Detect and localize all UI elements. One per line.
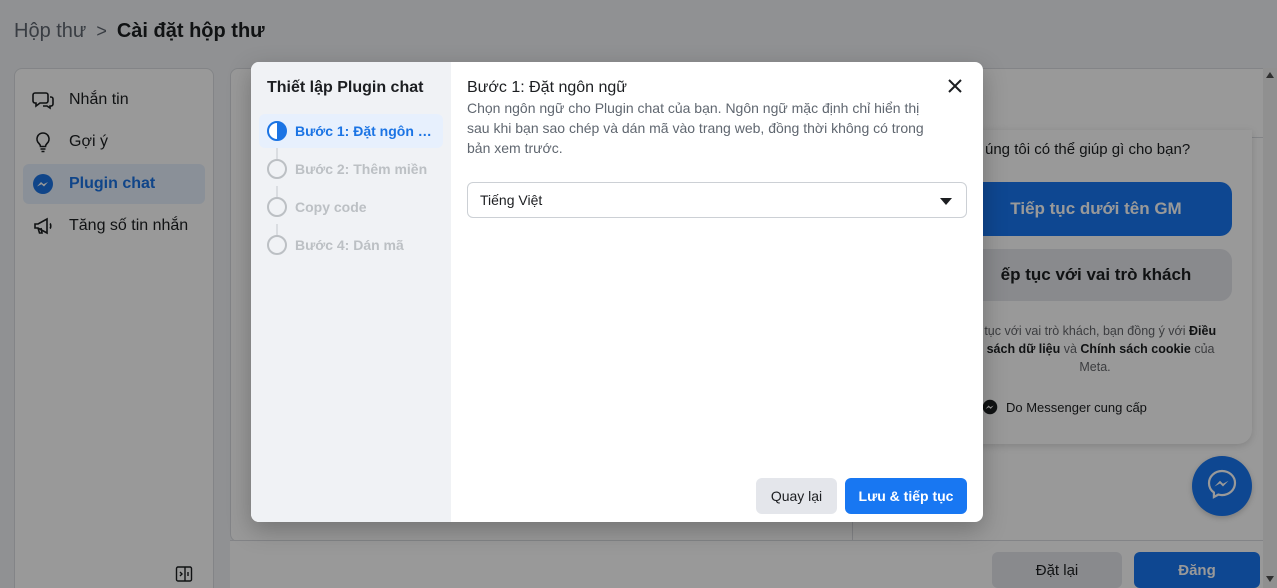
step-label: Bước 4: Dán mã [295,237,404,253]
language-select[interactable]: Tiếng Việt [467,182,967,218]
step-label: Copy code [295,199,367,215]
save-and-continue-button[interactable]: Lưu & tiếp tục [845,478,967,514]
steps-pane: Thiết lập Plugin chat Bước 1: Đặt ngôn n… [251,62,451,522]
close-dialog-button[interactable] [945,78,965,98]
caret-down-icon [940,198,952,205]
steps-title: Thiết lập Plugin chat [267,79,424,96]
step-2-add-domain[interactable]: Bước 2: Thêm miền [259,152,443,186]
step-label: Bước 2: Thêm miền [295,161,428,177]
back-button[interactable]: Quay lại [756,478,837,514]
close-icon [948,78,962,98]
step-4-paste-code[interactable]: Bước 4: Dán mã [259,228,443,262]
step-description: Chọn ngôn ngữ cho Plugin chat của bạn. N… [467,100,924,156]
step-empty-circle-icon [267,235,287,255]
step-empty-circle-icon [267,159,287,179]
step-label: Bước 1: Đặt ngôn n... [295,123,435,139]
step-content-pane: Bước 1: Đặt ngôn ngữ Chọn ngôn ngữ cho P… [451,62,983,522]
step-empty-circle-icon [267,197,287,217]
step-1-language[interactable]: Bước 1: Đặt ngôn n... [259,114,443,148]
language-select-value: Tiếng Việt [480,192,543,208]
step-3-copy-code[interactable]: Copy code [259,190,443,224]
plugin-setup-dialog: Thiết lập Plugin chat Bước 1: Đặt ngôn n… [251,62,983,522]
step-title: Bước 1: Đặt ngôn ngữ [467,79,627,96]
step-progress-half-icon [267,121,287,141]
